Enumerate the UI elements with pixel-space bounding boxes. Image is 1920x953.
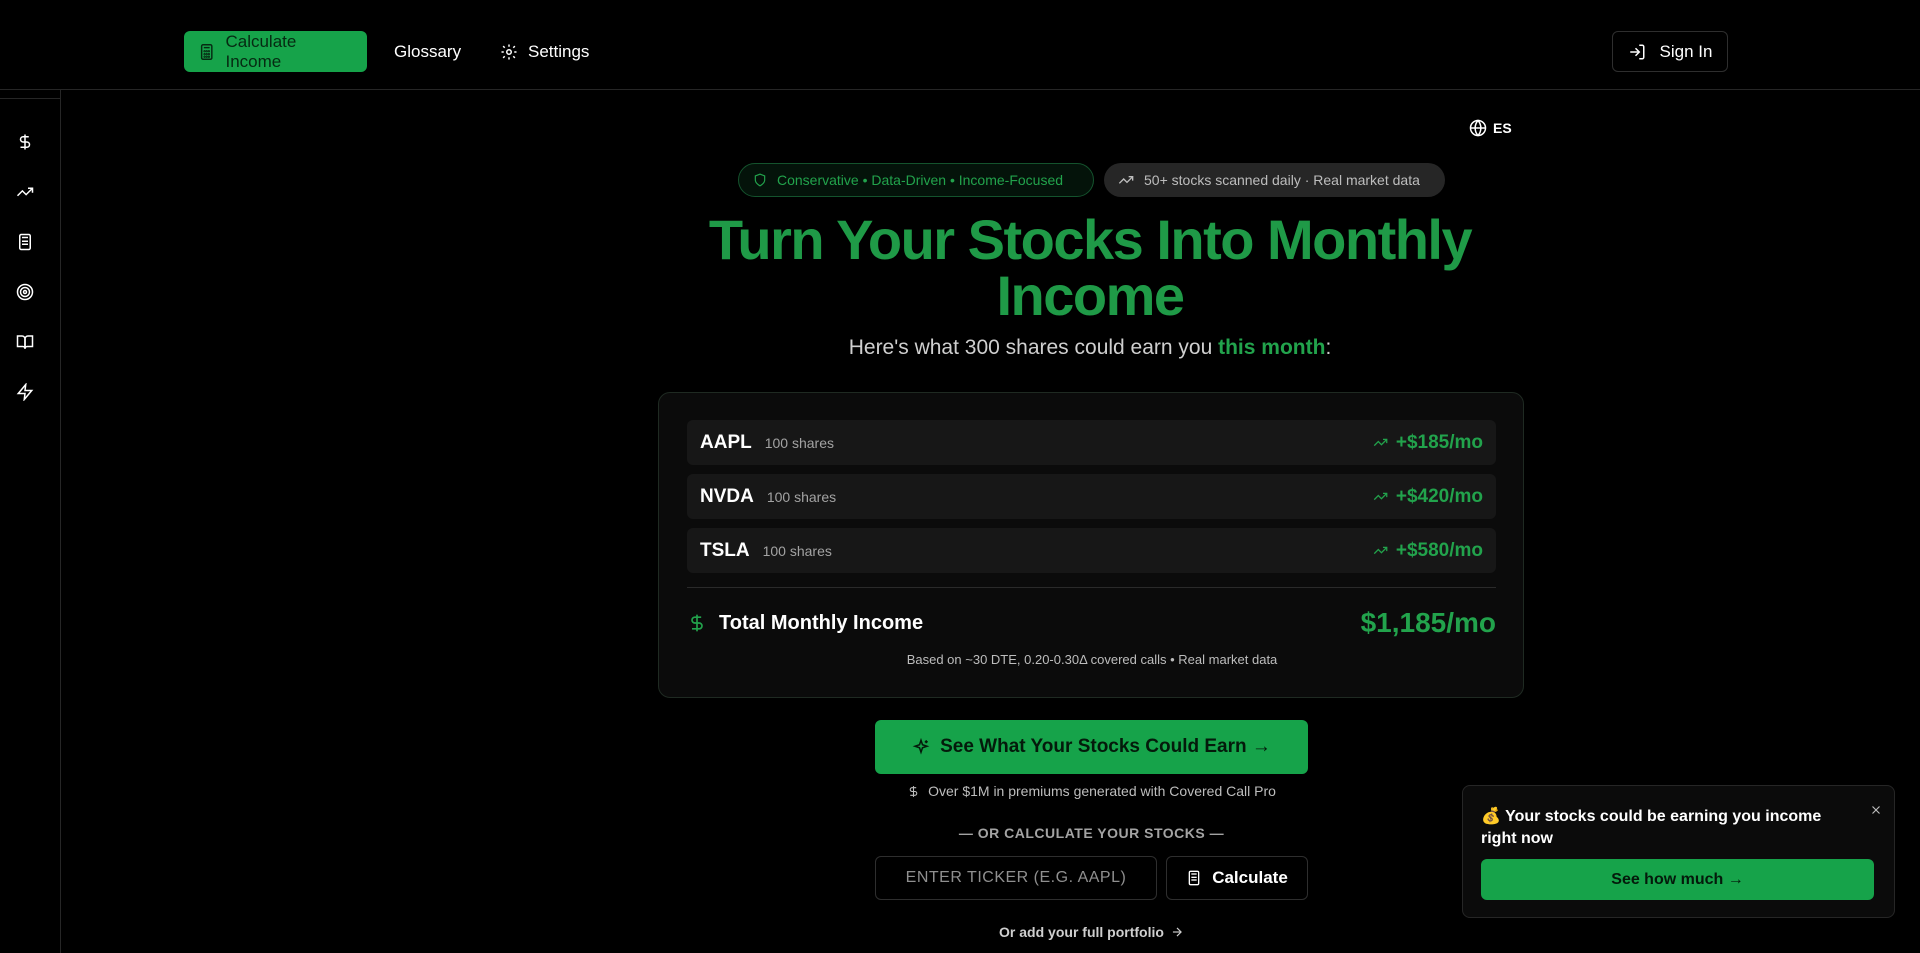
calculate-button[interactable]: Calculate [1166, 856, 1308, 900]
shield-icon [754, 173, 766, 187]
page-title: Turn Your Stocks Into Monthly Income [708, 208, 1473, 327]
see-earnings-label: See What Your Stocks Could Earn → [940, 736, 1271, 757]
stock-shares: 100 shares [762, 542, 832, 559]
sidebar [0, 90, 61, 953]
trending-up-icon [1118, 176, 1134, 184]
top-nav: Calculate Income Glossary Settings Sign … [0, 0, 1920, 90]
dollar-icon [909, 785, 918, 797]
total-row: Total Monthly Income $1,185/mo [687, 603, 1496, 643]
calculator-icon [19, 233, 31, 251]
sidebar-item-goals[interactable] [13, 280, 37, 304]
sign-in-label: Sign In [1659, 41, 1713, 61]
stock-ticker: TSLA [700, 539, 750, 561]
target-icon [16, 283, 34, 301]
sidebar-item-income[interactable] [13, 130, 37, 154]
gear-icon [501, 44, 517, 59]
income-toast: 💰 Your stocks could be earning you incom… [1462, 785, 1895, 918]
calculator-icon [200, 43, 213, 60]
stock-shares: 100 shares [766, 488, 837, 505]
trending-up-icon [16, 187, 34, 197]
stock-row: AAPL 100 shares +$185/mo [687, 420, 1496, 465]
stock-income: +$420/mo [1373, 486, 1483, 508]
card-divider [687, 587, 1496, 588]
calculate-button-label: Calculate [1212, 868, 1288, 887]
calculate-income-button[interactable]: Calculate Income [184, 31, 367, 72]
income-card: AAPL 100 shares +$185/mo NVDA 100 shares… [658, 392, 1524, 698]
card-footnote: Based on ~30 DTE, 0.20-0.30Δ covered cal… [906, 652, 1278, 667]
stock-income-value: +$580/mo [1395, 539, 1483, 561]
social-proof-text: Over $1M in premiums generated with Cove… [928, 783, 1276, 799]
dollar-icon [691, 614, 703, 632]
settings-label: Settings [528, 41, 590, 61]
trending-up-icon [1373, 492, 1388, 501]
toast-close-button[interactable] [1866, 800, 1886, 820]
stock-income-value: +$185/mo [1395, 431, 1483, 453]
ticker-input[interactable] [875, 856, 1157, 900]
trending-up-icon [1373, 438, 1388, 447]
zap-icon [16, 383, 34, 401]
see-earnings-button[interactable]: See What Your Stocks Could Earn → [875, 720, 1308, 774]
values-badge-text: Conservative • Data-Driven • Income-Focu… [777, 172, 1064, 188]
toast-message: 💰 Your stocks could be earning you incom… [1481, 808, 1822, 847]
sidebar-item-quick[interactable] [13, 380, 37, 404]
stock-income: +$185/mo [1373, 432, 1483, 454]
sidebar-item-trends[interactable] [13, 180, 37, 204]
portfolio-link-label: Or add your full portfolio [999, 924, 1164, 940]
stock-income: +$580/mo [1373, 540, 1483, 562]
total-value: $1,185/mo [1360, 607, 1496, 638]
see-how-much-button[interactable]: See how much → [1481, 859, 1874, 900]
hero-subtitle-text: Here's what 300 shares could earn you [848, 336, 1219, 359]
portfolio-link[interactable]: Or add your full portfolio [875, 924, 1308, 940]
log-in-icon [1629, 44, 1645, 59]
stock-income-value: +$420/mo [1395, 485, 1483, 507]
total-label: Total Monthly Income [719, 611, 924, 634]
values-badge: Conservative • Data-Driven • Income-Focu… [738, 163, 1094, 197]
book-open-icon [16, 335, 34, 349]
sidebar-divider [0, 98, 61, 99]
sidebar-item-calculator[interactable] [13, 230, 37, 254]
calculate-divider: — OR CALCULATE YOUR STOCKS — [958, 825, 1225, 841]
trending-up-icon [1373, 546, 1388, 555]
close-icon [1872, 806, 1880, 814]
settings-link[interactable]: Settings [486, 31, 603, 72]
glossary-label: Glossary [394, 41, 462, 61]
arrow-right-icon [1172, 927, 1182, 937]
stock-row: TSLA 100 shares +$580/mo [687, 528, 1496, 573]
glossary-link[interactable]: Glossary [380, 31, 475, 72]
hero-subtitle-highlight: this month [1218, 336, 1326, 359]
hero-subtitle: Here's what 300 shares could earn you th… [690, 336, 1490, 360]
dollar-icon [19, 134, 31, 150]
sparkles-icon [912, 738, 930, 755]
calculate-income-label: Calculate Income [225, 31, 297, 71]
stock-ticker: NVDA [700, 485, 754, 507]
stock-row: NVDA 100 shares +$420/mo [687, 474, 1496, 519]
scan-badge: 50+ stocks scanned daily · Real market d… [1104, 163, 1445, 197]
hero-subtitle-end: : [1325, 336, 1332, 359]
scan-badge-text: 50+ stocks scanned daily · Real market d… [1144, 172, 1420, 188]
calculator-icon [1188, 870, 1200, 886]
sign-in-button[interactable]: Sign In [1612, 31, 1728, 72]
social-proof: Over $1M in premiums generated with Cove… [875, 783, 1308, 799]
stock-ticker: AAPL [700, 431, 752, 453]
globe-icon [1469, 119, 1487, 137]
language-toggle[interactable]: ES [1469, 119, 1512, 137]
stock-shares: 100 shares [764, 434, 835, 451]
language-label: ES [1493, 120, 1512, 136]
sidebar-item-learn[interactable] [13, 330, 37, 354]
